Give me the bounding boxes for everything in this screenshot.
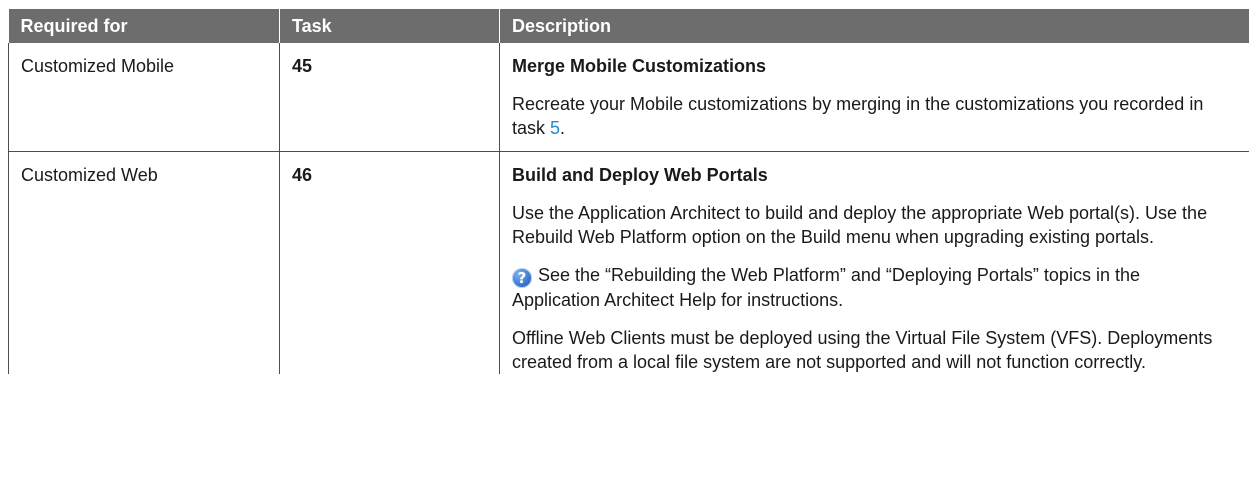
description-cell: Merge Mobile Customizations Recreate you… xyxy=(499,43,1249,152)
help-question-icon: ? xyxy=(512,268,532,288)
header-task: Task xyxy=(279,9,500,43)
task-title: Merge Mobile Customizations xyxy=(512,56,767,76)
required-for-cell: Customized Web xyxy=(8,151,280,374)
help-note-text: See the “Rebuilding the Web Platform” an… xyxy=(512,265,1140,310)
task-number-cell: 46 xyxy=(279,151,500,374)
table-row: Customized Mobile 45 Merge Mobile Custom… xyxy=(8,43,1249,152)
table-header-row: Required for Task Description xyxy=(8,9,1249,43)
task-number-cell: 45 xyxy=(279,43,500,152)
paragraph-text: Recreate your Mobile customizations by m… xyxy=(512,94,1204,138)
description-cell: Build and Deploy Web Portals Use the App… xyxy=(499,151,1249,374)
header-required-for: Required for xyxy=(8,9,280,43)
description-paragraph: Use the Application Architect to build a… xyxy=(512,203,1208,247)
description-paragraph: Recreate your Mobile customizations by m… xyxy=(512,92,1231,151)
paragraph-end: . xyxy=(560,118,566,138)
task-title: Build and Deploy Web Portals xyxy=(512,165,768,185)
offline-note-paragraph: Offline Web Clients must be deployed usi… xyxy=(512,328,1213,372)
requirements-table: Required for Task Description Customized… xyxy=(8,9,1249,374)
table-row: Customized Web 46 Build and Deploy Web P… xyxy=(8,151,1249,374)
header-description: Description xyxy=(499,9,1249,43)
help-note-paragraph: ? See the “Rebuilding the Web Platform” a… xyxy=(512,263,1231,312)
task-5-link[interactable]: 5 xyxy=(550,118,560,138)
required-for-cell: Customized Mobile xyxy=(8,43,280,152)
